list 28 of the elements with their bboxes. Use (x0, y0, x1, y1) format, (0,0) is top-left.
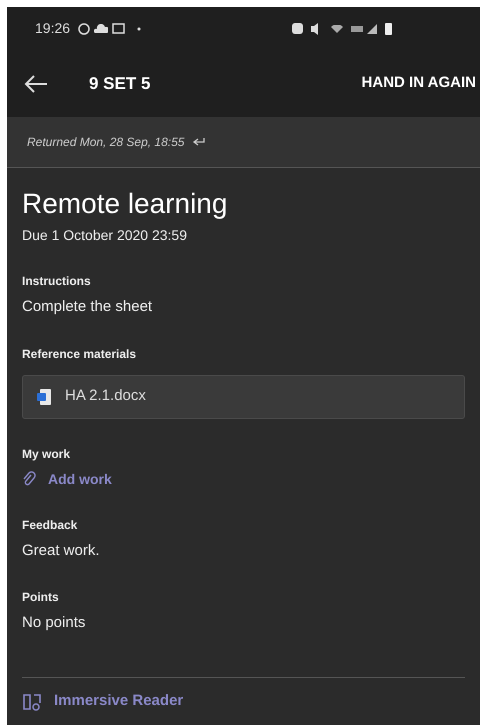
assignment-title: Remote learning (22, 187, 228, 221)
section-value: Complete the sheet (22, 297, 154, 317)
section-value: No points (22, 613, 86, 633)
returned-text: Returned Mon, 28 Sep, 18:55 (27, 134, 184, 151)
paperclip-icon (22, 471, 36, 487)
signal-icon (367, 24, 377, 34)
image-icon (112, 23, 126, 34)
battery-icon (385, 22, 392, 34)
mute-icon (311, 22, 319, 34)
due-date: Due 1 October 2020 23:59 (22, 226, 188, 245)
file-name: HA 2.1.docx (65, 386, 146, 406)
section-value: Great work. (22, 540, 101, 560)
immersive-reader-icon (22, 692, 42, 712)
section-label: Reference materials (22, 346, 138, 362)
section-label: Feedback (22, 516, 78, 534)
section-label: Points (22, 589, 60, 606)
section-label: Instructions (22, 273, 92, 290)
word-document-icon (37, 388, 51, 404)
header-title: 9 SET 5 (89, 72, 150, 95)
status-time: 19:26 (35, 19, 70, 38)
add-work-link[interactable]: Add work (48, 468, 112, 490)
file-card[interactable]: HA 2.1.docx (22, 374, 465, 418)
hand-in-again-button[interactable]: HAND IN AGAIN (362, 72, 480, 95)
return-arrow-icon (192, 137, 206, 147)
cloud-icon (94, 24, 108, 34)
dot-icon (137, 26, 142, 30)
immersive-reader-link[interactable]: Immersive Reader (54, 690, 184, 713)
section-label: My work (22, 446, 72, 462)
